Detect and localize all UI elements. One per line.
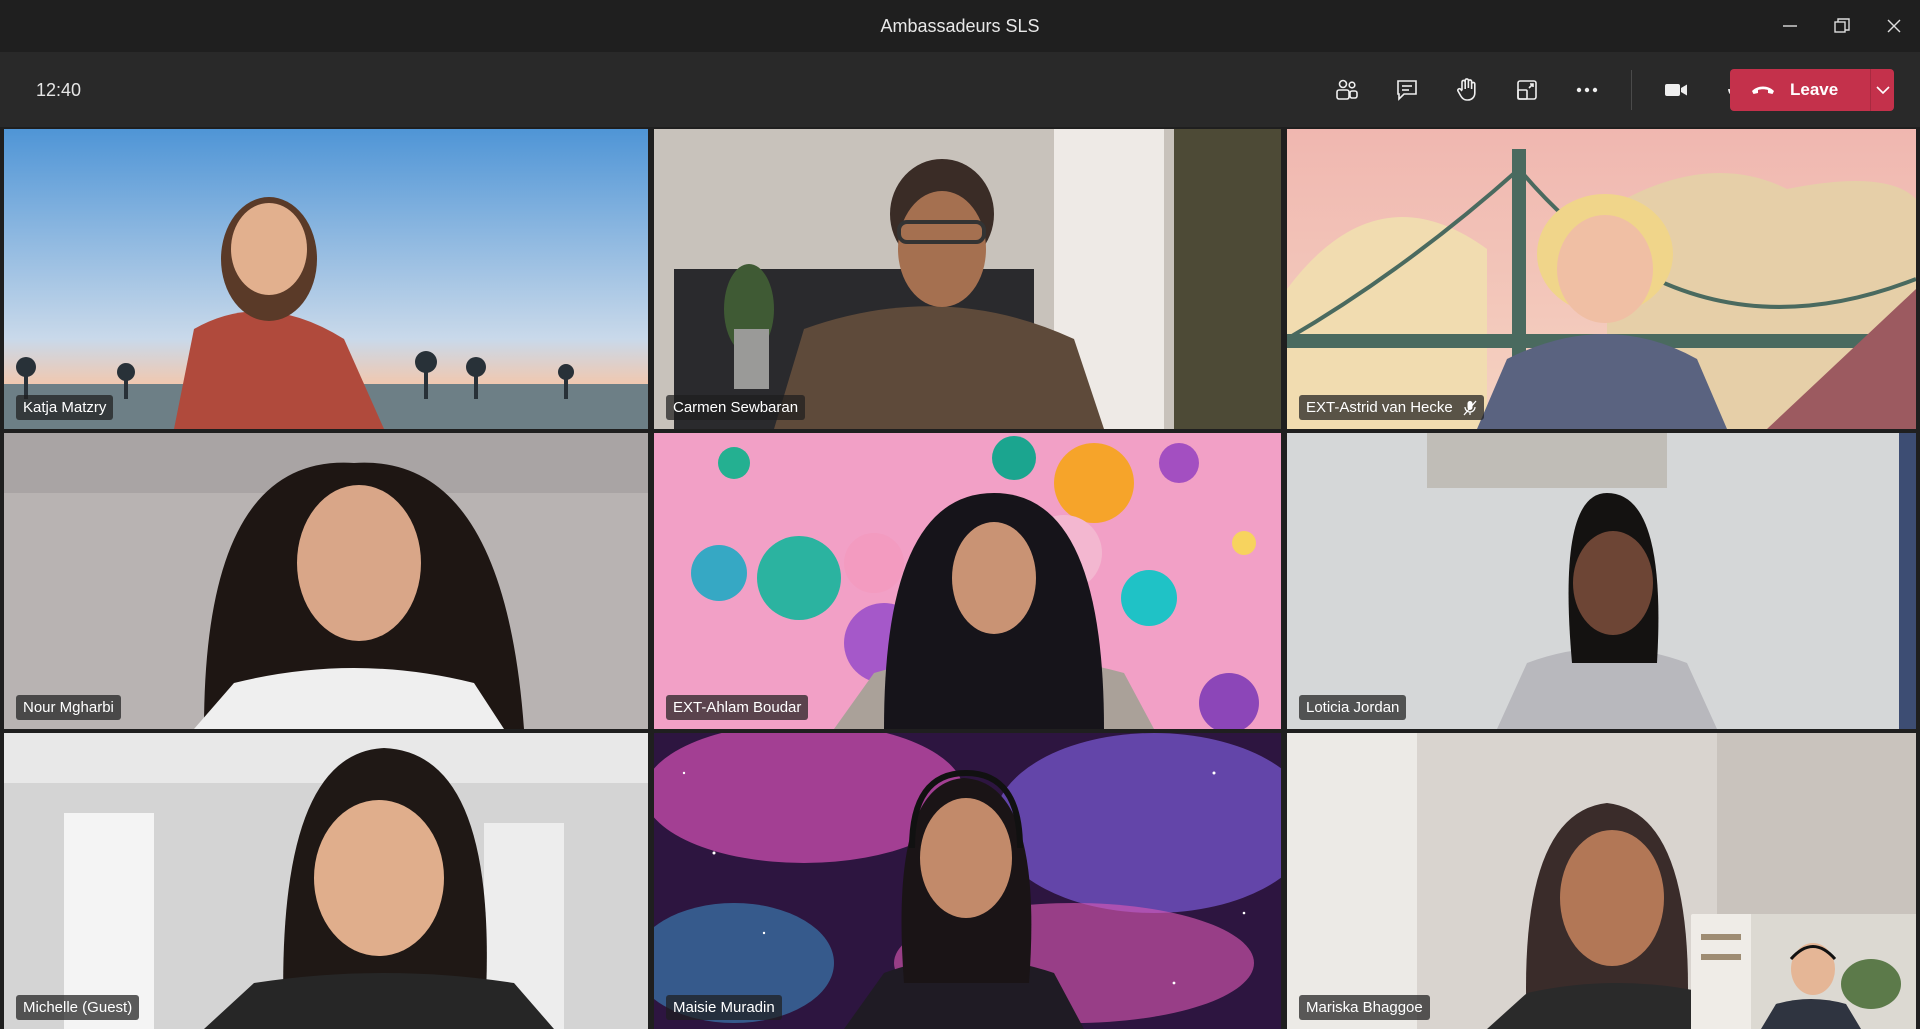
- leave-control: Leave: [1730, 69, 1894, 111]
- chat-icon: [1397, 80, 1417, 101]
- breakout-rooms-button[interactable]: [1497, 68, 1557, 112]
- participant-video: [654, 433, 1281, 729]
- participant-name: EXT-Ahlam Boudar: [673, 699, 802, 716]
- self-video-preview: [1691, 914, 1916, 1029]
- restore-button[interactable]: [1816, 0, 1868, 52]
- participant-video: [654, 733, 1281, 1029]
- leave-options-button[interactable]: [1871, 69, 1894, 111]
- window-title: Ambassadeurs SLS: [880, 15, 1040, 36]
- participant-video: [1287, 129, 1916, 429]
- participant-name: Mariska Bhaggoe: [1306, 999, 1423, 1016]
- video-tile[interactable]: Katja Matzry: [4, 129, 648, 429]
- camera-button[interactable]: [1646, 68, 1706, 112]
- hang-up-icon: [1752, 86, 1774, 94]
- participant-name: Maisie Muradin: [673, 999, 775, 1016]
- video-tile[interactable]: EXT-Astrid van Hecke: [1287, 129, 1916, 429]
- participant-name: Carmen Sewbaran: [673, 399, 799, 416]
- participant-name: Loticia Jordan: [1306, 699, 1400, 716]
- rooms-icon: [1517, 80, 1537, 100]
- leave-button[interactable]: Leave: [1730, 69, 1870, 111]
- show-participants-button[interactable]: [1317, 68, 1377, 112]
- video-tile[interactable]: Nour Mgharbi: [4, 433, 648, 729]
- mic-muted-icon: [1463, 400, 1477, 415]
- participant-name-tag: EXT-Astrid van Hecke: [1299, 395, 1484, 420]
- participant-name-tag: Loticia Jordan: [1299, 695, 1407, 720]
- restore-icon: [1834, 18, 1850, 33]
- leave-label: Leave: [1790, 80, 1839, 99]
- meeting-toolbar: 12:40 Leave: [0, 52, 1920, 127]
- participant-name: Katja Matzry: [23, 399, 107, 416]
- participant-name: Michelle (Guest): [23, 999, 133, 1016]
- video-tile[interactable]: Carmen Sewbaran: [654, 129, 1281, 429]
- participant-name-tag: Mariska Bhaggoe: [1299, 995, 1430, 1020]
- video-tile[interactable]: Maisie Muradin: [654, 733, 1281, 1029]
- window-controls: [1764, 0, 1920, 52]
- raise-hand-button[interactable]: [1437, 68, 1497, 112]
- close-button[interactable]: [1868, 0, 1920, 52]
- participant-video: [654, 129, 1281, 429]
- participant-name: EXT-Astrid van Hecke: [1306, 399, 1453, 416]
- video-tile[interactable]: EXT-Ahlam Boudar: [654, 433, 1281, 729]
- video-grid: Katja Matzry Carmen Sewbaran EXT-Astrid …: [4, 129, 1916, 1029]
- meeting-timer: 12:40: [36, 80, 82, 100]
- participant-name-tag: Carmen Sewbaran: [666, 395, 806, 420]
- participant-name-tag: Michelle (Guest): [16, 995, 140, 1020]
- participant-video: [4, 129, 648, 429]
- minimize-icon: [1783, 25, 1797, 27]
- self-view-video[interactable]: [1691, 914, 1916, 1029]
- close-icon: [1887, 19, 1901, 33]
- show-conversation-button[interactable]: [1377, 68, 1437, 112]
- participant-name-tag: Katja Matzry: [16, 395, 114, 420]
- hand-icon: [1457, 78, 1476, 101]
- people-icon: [1336, 79, 1358, 100]
- participant-name-tag: Nour Mgharbi: [16, 695, 121, 720]
- participant-name-tag: EXT-Ahlam Boudar: [666, 695, 809, 720]
- participant-video: [4, 733, 648, 1029]
- video-tile[interactable]: Michelle (Guest): [4, 733, 648, 1029]
- more-actions-button[interactable]: [1557, 68, 1617, 112]
- camera-icon: [1665, 84, 1687, 96]
- participant-video: [4, 433, 648, 729]
- participant-name: Nour Mgharbi: [23, 699, 114, 716]
- toolbar-separator: [1631, 70, 1632, 110]
- participant-video: [1287, 433, 1916, 729]
- video-tile[interactable]: Mariska Bhaggoe: [1287, 733, 1916, 1029]
- more-icon: [1576, 87, 1598, 93]
- video-tile[interactable]: Loticia Jordan: [1287, 433, 1916, 729]
- title-bar: Ambassadeurs SLS: [0, 0, 1920, 53]
- minimize-button[interactable]: [1764, 0, 1816, 52]
- chevron-down-icon: [1875, 86, 1890, 95]
- participant-name-tag: Maisie Muradin: [666, 995, 782, 1020]
